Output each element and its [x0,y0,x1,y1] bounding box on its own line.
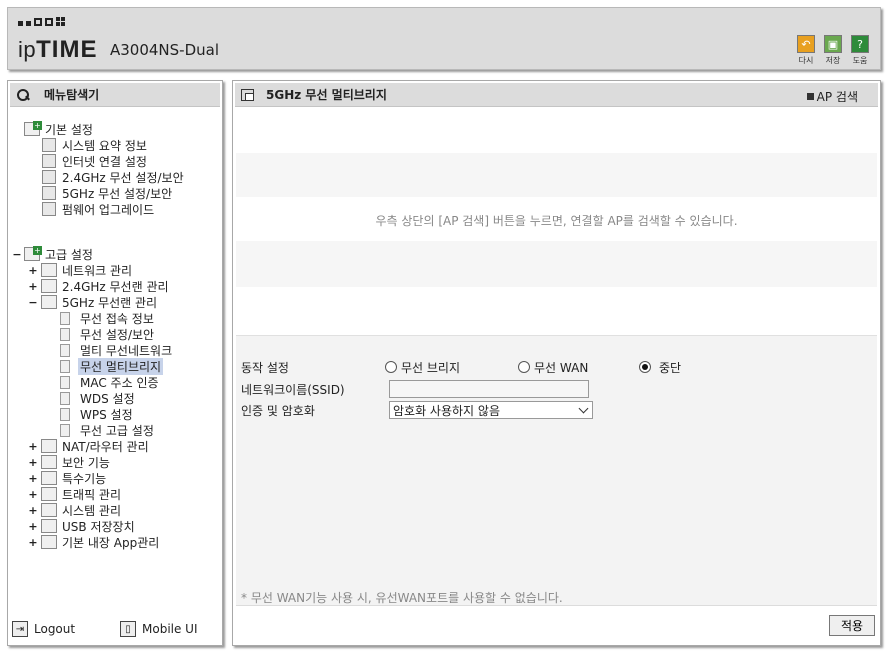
tree-group-network[interactable]: + 네트워크 관리 [28,262,134,278]
wifi-icon [42,186,56,200]
bridge-settings: 동작 설정 무선 브리지 무선 WAN 중단 네트워크이름(SSID) 인증 및… [236,335,877,605]
usb-icon [41,519,57,533]
grid-icon [41,471,57,485]
tree-group-usb[interactable]: + USB 저장장치 [28,518,137,534]
mode-row: 동작 설정 무선 브리지 무선 WAN 중단 [241,358,871,376]
wan-note: * 무선 WAN기능 사용 시, 유선WAN포트를 사용할 수 없습니다. [241,591,563,605]
tree-advanced-settings[interactable]: − 고급 설정 [12,246,95,262]
tree-group-special[interactable]: + 특수기능 [28,470,108,486]
network-icon [41,263,57,277]
undo-button[interactable]: ↶ 다시 [796,35,816,66]
page-icon [60,359,70,373]
page-icon [60,391,70,405]
logo-mark [18,17,65,26]
logout-icon: ⇥ [12,621,28,637]
menu-explorer: 메뉴탐색기 기본 설정 시스템 요약 정보 인터넷 연결 설정 2.4GHz 무… [7,80,223,646]
page-icon [60,423,70,437]
chevron-down-icon [578,403,589,414]
tree-item-wds[interactable]: WDS 설정 [60,390,137,406]
tree-group-nat[interactable]: + NAT/라우터 관리 [28,438,151,454]
tree-group-wifi5[interactable]: −5GHz 무선랜 관리 [28,294,159,310]
mode-label: 동작 설정 [241,360,289,375]
ssid-label: 네트워크이름(SSID) [241,382,345,397]
mode-radio-bridge[interactable]: 무선 브리지 [385,359,460,376]
folder-icon [24,246,42,261]
model-name: A3004NS-Dual [110,41,220,59]
chart-icon [42,138,56,152]
auth-label: 인증 및 암호화 [241,403,315,418]
monitor-icon [42,154,56,168]
mobile-ui-button[interactable]: ▯ Mobile UI [120,621,198,637]
logout-button[interactable]: ⇥ Logout [12,621,75,637]
page-icon [60,327,70,341]
router-icon [41,439,57,453]
toolbar: ↶ 다시 ▣ 저장 ? 도움 [796,35,870,66]
ap-search-button[interactable]: AP 검색 [806,88,858,105]
chart-icon [41,503,57,517]
tree-item-wifi24[interactable]: 2.4GHz 무선 설정/보안 [42,169,186,185]
ap-scan-list: 우측 상단의 [AP 검색] 버튼을 누르면, 연결할 AP를 검색할 수 있습… [236,109,877,335]
ssid-input[interactable] [389,380,589,398]
menu-explorer-title: 메뉴탐색기 [10,83,220,107]
page-icon [60,407,70,421]
tree-item-wireless-info[interactable]: 무선 접속 정보 [60,310,156,326]
undo-icon: ↶ [797,35,815,53]
save-icon: ▣ [824,35,842,53]
tree-group-traffic[interactable]: + 트래픽 관리 [28,486,123,502]
main-panel: 5GHz 무선 멀티브리지 AP 검색 우측 상단의 [AP 검색] 버튼을 누… [232,80,881,646]
tree-item-firmware[interactable]: 펌웨어 업그레이드 [42,201,156,217]
tree-item-wireless-security[interactable]: 무선 설정/보안 [60,326,156,342]
ssid-row: 네트워크이름(SSID) [241,380,871,398]
tree-item-wps[interactable]: WPS 설정 [60,406,135,422]
mail-icon [41,487,57,501]
sidebar-footer: ⇥ Logout ▯ Mobile UI [8,619,222,639]
mode-radio-stop[interactable]: 중단 [639,359,681,376]
auth-row: 인증 및 암호화 암호화 사용하지 않음 [241,401,871,419]
apply-button[interactable]: 적용 [829,615,875,636]
tree-item-mac-auth[interactable]: MAC 주소 인증 [60,374,161,390]
help-icon: ? [851,35,869,53]
wifi-icon [41,295,57,309]
save-button[interactable]: ▣ 저장 [823,35,843,66]
wifi-icon [42,170,56,184]
help-button[interactable]: ? 도움 [850,35,870,66]
tree-item-multibridge[interactable]: 무선 멀티브리지 [60,357,164,375]
action-bar: 적용 [236,605,877,643]
page-icon [60,375,70,389]
brand-logo: ipTIME [18,36,98,63]
search-icon [16,88,30,102]
page-icon [60,311,70,325]
page-title: 5GHz 무선 멀티브리지 [266,88,387,102]
tree-item-internet[interactable]: 인터넷 연결 설정 [42,153,149,169]
auth-select[interactable]: 암호화 사용하지 않음 [389,401,593,419]
mode-radio-wan[interactable]: 무선 WAN [518,359,588,376]
window-icon [241,88,254,101]
tree-item-wifi5[interactable]: 5GHz 무선 설정/보안 [42,185,174,201]
page-icon [60,343,70,357]
tree-item-system-summary[interactable]: 시스템 요약 정보 [42,137,149,153]
app-icon [41,535,57,549]
upgrade-icon [42,202,56,216]
tree-group-wifi24[interactable]: +2.4GHz 무선랜 관리 [28,278,171,294]
header: ipTIME A3004NS-Dual ↶ 다시 ▣ 저장 ? 도움 [7,7,881,70]
scan-message: 우측 상단의 [AP 검색] 버튼을 누르면, 연결할 AP를 검색할 수 있습… [375,214,738,228]
wifi-icon [41,279,57,293]
tree-item-multi-network[interactable]: 멀티 무선네트워크 [60,342,174,358]
folder-icon [24,121,42,136]
tree-basic-settings[interactable]: 기본 설정 [24,121,95,137]
tree-group-security[interactable]: + 보안 기능 [28,454,112,470]
lock-icon [41,455,57,469]
tree-group-system[interactable]: + 시스템 관리 [28,502,123,518]
mobile-icon: ▯ [120,621,136,637]
tree-group-apps[interactable]: + 기본 내장 App관리 [28,534,161,550]
page-title-bar: 5GHz 무선 멀티브리지 AP 검색 [235,83,878,107]
tree-item-wireless-advanced[interactable]: 무선 고급 설정 [60,422,156,438]
search-square-icon [806,93,814,100]
